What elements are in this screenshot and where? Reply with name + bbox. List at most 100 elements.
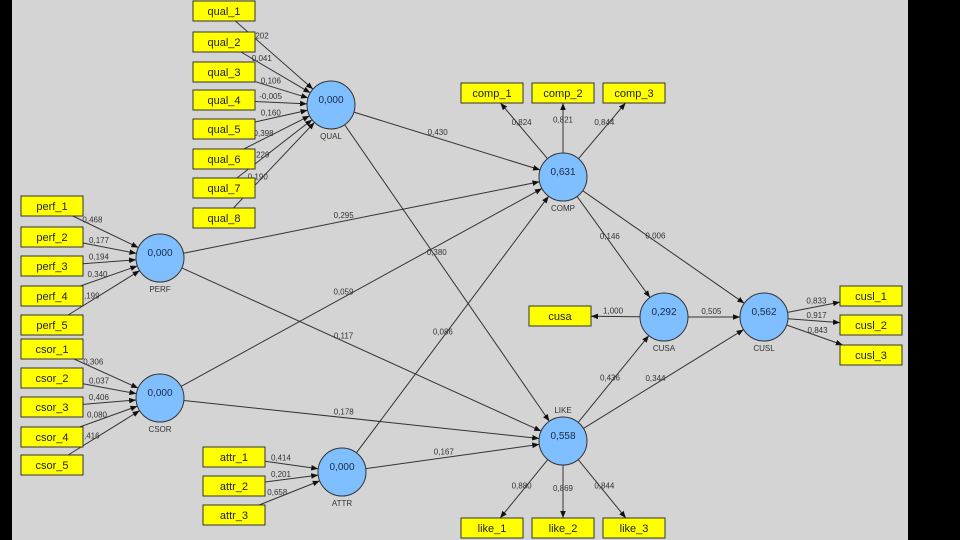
path-qual-comp-label: 0,430	[428, 128, 449, 137]
indicator-csor_1[interactable]: csor_1	[20, 338, 84, 360]
loading-comp_1-arrow[interactable]	[500, 102, 548, 159]
loading-cusl_2-label: 0,917	[807, 311, 828, 320]
indicator-perf_4[interactable]: perf_4	[20, 285, 84, 307]
loading-comp_3-arrow[interactable]	[578, 102, 626, 159]
indicator-qual_8[interactable]: qual_8	[192, 207, 256, 229]
latent-qual[interactable]: 0,000 QUAL	[306, 80, 356, 141]
indicator-csor_5[interactable]: csor_5	[20, 454, 84, 476]
latent-cusa[interactable]: 0,292 CUSA	[639, 292, 689, 353]
weight-qual_3-label: 0,106	[261, 76, 282, 85]
r-squared-value: 0,000	[318, 95, 343, 106]
indicator-name: like_1	[478, 523, 507, 535]
indicator-qual_5[interactable]: qual_5	[192, 118, 256, 140]
indicator-attr_3[interactable]: attr_3	[202, 504, 266, 526]
r-squared-value: 0,631	[550, 167, 575, 178]
indicator-csor_4[interactable]: csor_4	[20, 426, 84, 448]
indicator-name: like_3	[620, 523, 649, 535]
loading-like_1-label: 0,880	[512, 482, 533, 491]
indicator-cusl_1[interactable]: cusl_1	[839, 285, 903, 307]
indicator-cusl_3[interactable]: cusl_3	[839, 344, 903, 366]
r-squared-value: 0,562	[751, 307, 776, 318]
loading-comp_1-label: 0,824	[512, 118, 533, 127]
weight-qual_6-label: 0,398	[254, 129, 275, 138]
indicator-name: attr_1	[220, 452, 248, 464]
indicator-attr_2[interactable]: attr_2	[202, 475, 266, 497]
latent-perf[interactable]: 0,000 PERF	[135, 233, 185, 294]
indicator-name: cusa	[548, 311, 572, 323]
latent-name: CUSA	[653, 344, 676, 353]
indicator-qual_1[interactable]: qual_1	[192, 0, 256, 22]
indicator-name: qual_2	[207, 37, 240, 49]
indicator-name: qual_8	[207, 213, 240, 225]
indicator-like_2[interactable]: like_2	[531, 517, 595, 539]
loading-cusl_1-label: 0,833	[806, 297, 827, 306]
indicator-perf_1[interactable]: perf_1	[20, 195, 84, 217]
indicator-attr_1[interactable]: attr_1	[202, 446, 266, 468]
indicator-name: qual_5	[207, 124, 240, 136]
path-comp-cusl-label: 0,006	[645, 231, 666, 240]
r-squared-value: 0,000	[329, 462, 354, 473]
indicator-like_3[interactable]: like_3	[602, 517, 666, 539]
loading-like_3-label: 0,844	[594, 482, 615, 491]
loading-comp_3-label: 0,844	[594, 118, 615, 127]
path-perf-like-arrow[interactable]	[181, 267, 542, 432]
indicator-qual_4[interactable]: qual_4	[192, 89, 256, 111]
indicator-cusl_2[interactable]: cusl_2	[839, 314, 903, 336]
screen: 0,430 0,380 0,295 0,117 0,059 0,178 0,086 0,167…	[0, 0, 960, 540]
path-model-diagram: 0,4300,3800,2950,1170,0590,1780,0860,167…	[20, 0, 903, 539]
latent-name: LIKE	[554, 406, 571, 415]
path-like-cusl-label: 0,344	[645, 374, 666, 383]
indicator-perf_5[interactable]: perf_5	[20, 314, 84, 336]
loading-like_2-label: 0,869	[553, 484, 574, 493]
indicator-name: qual_7	[207, 183, 240, 195]
loading-cusa-label: 1,000	[603, 307, 624, 316]
latent-name: ATTR	[332, 499, 353, 508]
path-perf-comp-label: 0,295	[334, 211, 355, 220]
indicator-comp_3[interactable]: comp_3	[602, 82, 666, 104]
indicator-name: csor_3	[35, 402, 68, 414]
path-model-canvas: 0,430 0,380 0,295 0,117 0,059 0,178 0,086 0,167…	[12, 0, 908, 540]
indicator-name: perf_5	[36, 320, 67, 332]
loading-cusl_3-label: 0,843	[808, 326, 829, 335]
indicator-qual_3[interactable]: qual_3	[192, 61, 256, 83]
latent-like[interactable]: 0,558 LIKE	[538, 406, 588, 466]
r-squared-value: 0,292	[651, 307, 676, 318]
weight-csor_3-label: 0,406	[89, 393, 110, 402]
latent-cusl[interactable]: 0,562 CUSL	[739, 292, 789, 353]
path-attr-comp-arrow[interactable]	[355, 195, 550, 454]
latent-name: CSOR	[148, 425, 171, 434]
indicator-name: perf_2	[36, 232, 67, 244]
latent-csor[interactable]: 0,000 CSOR	[135, 373, 185, 434]
indicator-perf_2[interactable]: perf_2	[20, 226, 84, 248]
indicator-qual_6[interactable]: qual_6	[192, 148, 256, 170]
indicator-csor_3[interactable]: csor_3	[20, 396, 84, 418]
loading-comp_2-label: 0,821	[553, 116, 574, 125]
indicator-cusa[interactable]: cusa	[528, 305, 592, 327]
indicator-name: qual_3	[207, 67, 240, 79]
path-comp-cusl-arrow[interactable]	[582, 190, 745, 304]
indicator-name: perf_3	[36, 261, 67, 273]
indicator-name: cusl_3	[855, 350, 887, 362]
indicator-name: perf_1	[36, 201, 67, 213]
weight-qual_4-label: -0,005	[259, 92, 282, 101]
weight-perf_3-label: 0,194	[89, 253, 110, 262]
latent-comp[interactable]: 0,631 COMP	[538, 152, 588, 213]
indicator-comp_2[interactable]: comp_2	[531, 82, 595, 104]
indicator-qual_7[interactable]: qual_7	[192, 177, 256, 199]
indicator-name: cusl_2	[855, 320, 887, 332]
weight-csor_4-label: 0,080	[87, 411, 108, 420]
weight-qual_4-arrow[interactable]	[254, 100, 308, 107]
path-attr-comp-label: 0,086	[433, 327, 454, 336]
indicator-csor_2[interactable]: csor_2	[20, 367, 84, 389]
r-squared-value: 0,000	[147, 388, 172, 399]
indicator-qual_2[interactable]: qual_2	[192, 31, 256, 53]
indicator-comp_1[interactable]: comp_1	[460, 82, 524, 104]
latent-attr[interactable]: 0,000 ATTR	[317, 447, 367, 508]
path-qual-like-arrow[interactable]	[344, 124, 550, 422]
latent-name: COMP	[551, 204, 575, 213]
indicator-name: attr_3	[220, 510, 248, 522]
indicator-like_1[interactable]: like_1	[460, 517, 524, 539]
indicator-perf_3[interactable]: perf_3	[20, 255, 84, 277]
latent-name: CUSL	[753, 344, 775, 353]
weight-attr_2-label: 0,201	[271, 470, 292, 479]
